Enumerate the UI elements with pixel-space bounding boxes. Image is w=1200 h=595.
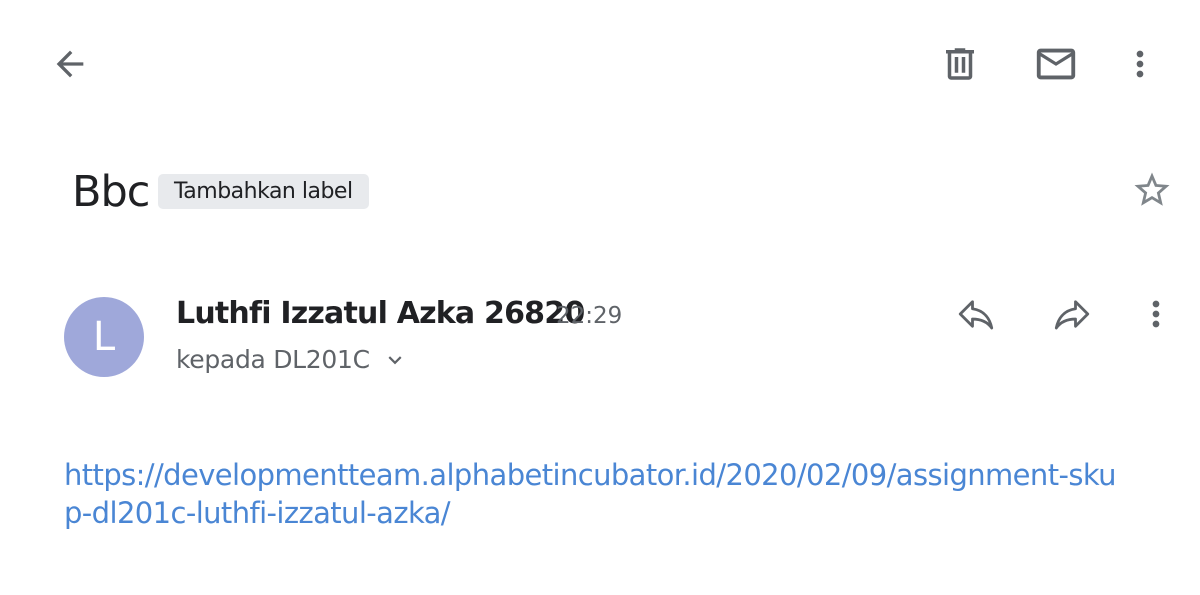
- recipient-text: kepada DL201C: [176, 345, 370, 374]
- recipient-details-toggle[interactable]: kepada DL201C: [176, 343, 408, 377]
- mark-unread-button[interactable]: [1026, 34, 1086, 94]
- delete-button[interactable]: [930, 34, 990, 94]
- body-link[interactable]: https://developmentteam.alphabetincubato…: [64, 456, 1124, 532]
- trash-icon: [939, 43, 981, 85]
- add-label-chip[interactable]: Tambahkan label: [158, 174, 369, 209]
- avatar[interactable]: L: [64, 297, 144, 377]
- star-outline-icon: [1131, 169, 1173, 211]
- star-button[interactable]: [1122, 160, 1182, 220]
- chevron-down-icon: [382, 347, 408, 373]
- reply-button[interactable]: [946, 284, 1006, 344]
- email-subject: Bbc: [72, 167, 150, 217]
- more-vert-icon: [1136, 294, 1176, 334]
- back-button[interactable]: [40, 34, 100, 94]
- sender-name: Luthfi Izzatul Azka 26820: [176, 296, 585, 331]
- reply-icon: [955, 293, 997, 335]
- email-view: Bbc Tambahkan label L Luthfi Izzatul Azk…: [0, 0, 1200, 595]
- message-time: 22:29: [556, 303, 623, 329]
- more-vert-icon: [1120, 44, 1160, 84]
- forward-icon: [1051, 293, 1093, 335]
- mail-icon: [1033, 41, 1079, 87]
- message-more-options-button[interactable]: [1126, 284, 1186, 344]
- arrow-back-icon: [50, 44, 90, 84]
- forward-button[interactable]: [1042, 284, 1102, 344]
- more-options-button[interactable]: [1110, 34, 1170, 94]
